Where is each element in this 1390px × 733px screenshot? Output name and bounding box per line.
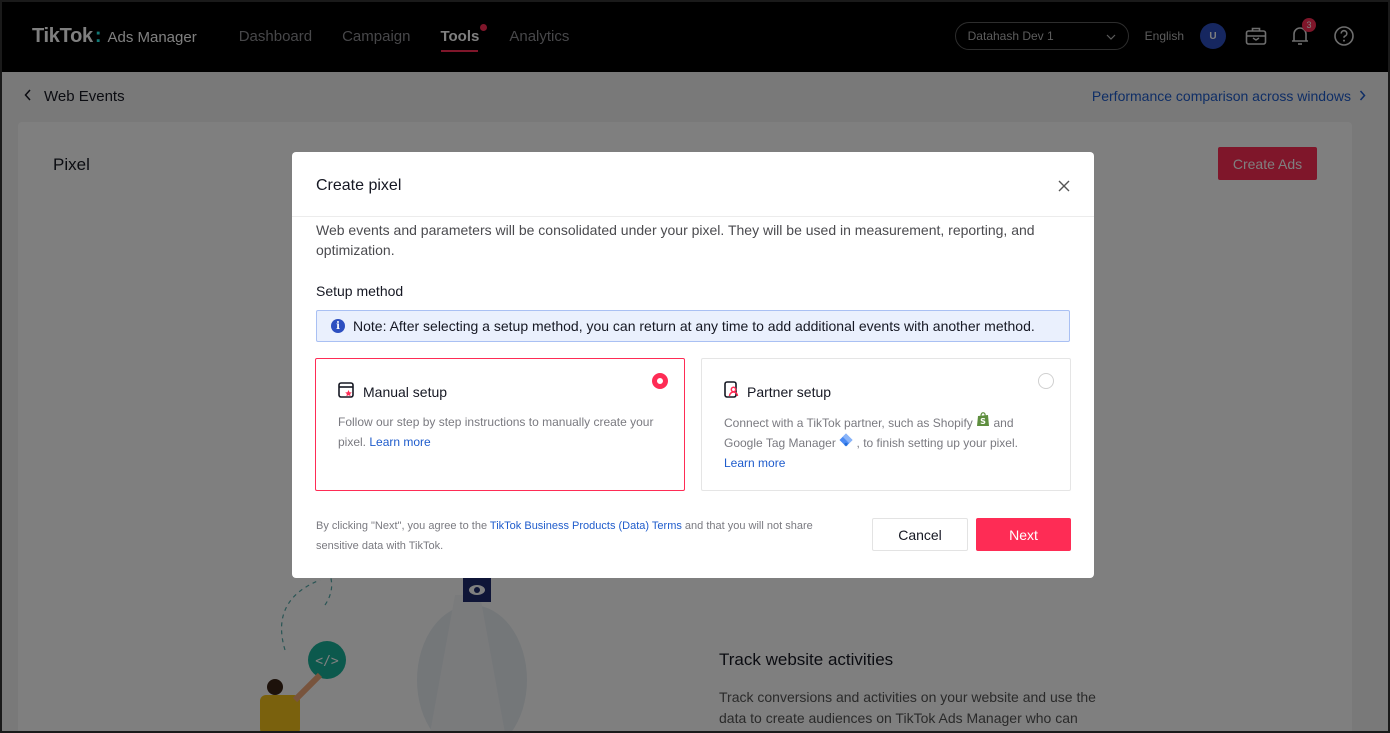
partner-setup-header: Partner setup	[724, 381, 1048, 402]
google-tag-manager-icon	[839, 433, 856, 450]
dialog-divider	[292, 216, 1094, 217]
partner-setup-icon	[724, 381, 739, 402]
manual-setup-header: Manual setup	[338, 381, 662, 402]
cancel-button[interactable]: Cancel	[872, 518, 968, 551]
next-button[interactable]: Next	[976, 518, 1071, 551]
partner-desc-part-a: Connect with a TikTok partner, such as S…	[724, 416, 973, 430]
partner-setup-desc: Connect with a TikTok partner, such as S…	[724, 412, 1048, 473]
partner-learn-more-link[interactable]: Learn more	[724, 456, 785, 470]
info-icon: i	[331, 319, 345, 333]
dialog-description: Web events and parameters will be consol…	[316, 222, 1035, 258]
manual-setup-icon	[338, 381, 355, 402]
terms-notice: By clicking "Next", you agree to the Tik…	[316, 516, 856, 556]
terms-prefix: By clicking "Next", you agree to the	[316, 520, 490, 532]
partner-setup-radio[interactable]	[1038, 373, 1054, 389]
setup-method-label: Setup method	[316, 283, 404, 299]
manual-setup-radio[interactable]	[652, 373, 668, 389]
manual-learn-more-link[interactable]: Learn more	[369, 435, 430, 449]
dialog-title: Create pixel	[316, 177, 402, 194]
terms-link[interactable]: TikTok Business Products (Data) Terms	[490, 520, 682, 532]
shopify-icon: S	[976, 412, 993, 430]
manual-setup-option[interactable]: Manual setup Follow our step by step ins…	[315, 358, 685, 491]
create-pixel-dialog: Create pixel Web events and parameters w…	[292, 152, 1094, 578]
partner-setup-title: Partner setup	[747, 383, 832, 400]
setup-note: i Note: After selecting a setup method, …	[316, 310, 1070, 342]
partner-setup-option[interactable]: Partner setup Connect with a TikTok part…	[701, 358, 1071, 491]
svg-text:S: S	[980, 417, 986, 426]
manual-setup-title: Manual setup	[363, 383, 448, 400]
partner-desc-part-c: , to finish setting up your pixel.	[856, 436, 1018, 450]
close-icon[interactable]	[1058, 176, 1070, 197]
setup-note-text: Note: After selecting a setup method, yo…	[353, 318, 1035, 334]
manual-setup-desc: Follow our step by step instructions to …	[338, 412, 662, 452]
